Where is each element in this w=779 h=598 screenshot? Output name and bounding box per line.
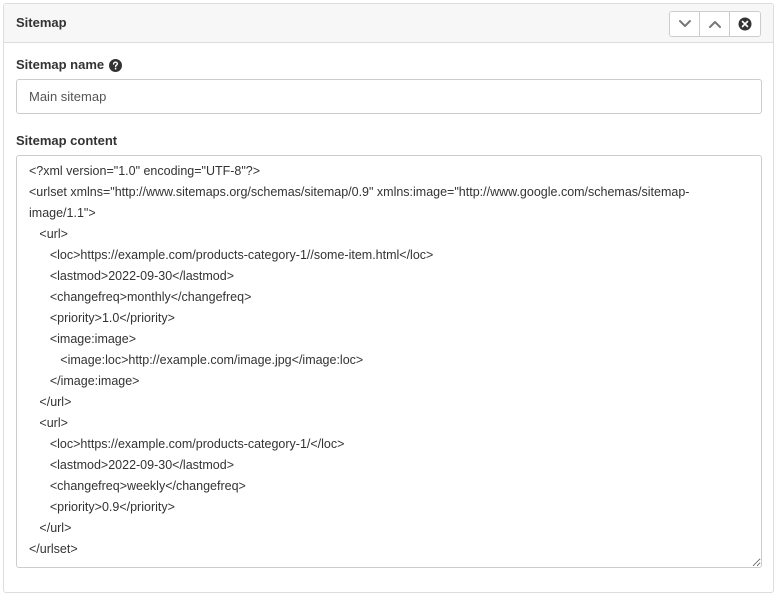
close-button[interactable] bbox=[730, 12, 760, 36]
sitemap-content-textarea[interactable]: <?xml version="1.0" encoding="UTF-8"?> <… bbox=[16, 155, 762, 568]
chevron-up-icon bbox=[708, 21, 721, 28]
expand-button[interactable] bbox=[700, 12, 730, 36]
panel-toolbar bbox=[669, 11, 761, 37]
sitemap-name-label-text: Sitemap name bbox=[16, 57, 105, 72]
sitemap-content-label: Sitemap content bbox=[16, 133, 118, 148]
sitemap-panel: Sitemap Sitemap name Main sitemap Sitema… bbox=[3, 3, 774, 593]
sitemap-name-input[interactable] bbox=[16, 79, 762, 114]
question-circle-icon[interactable] bbox=[109, 58, 123, 72]
close-circle-icon bbox=[738, 17, 752, 31]
collapse-button[interactable] bbox=[670, 12, 700, 36]
panel-header: Sitemap bbox=[4, 4, 773, 43]
sitemap-name-label: Sitemap name bbox=[16, 57, 123, 73]
chevron-down-icon bbox=[678, 20, 691, 27]
panel-title: Sitemap bbox=[16, 15, 67, 30]
